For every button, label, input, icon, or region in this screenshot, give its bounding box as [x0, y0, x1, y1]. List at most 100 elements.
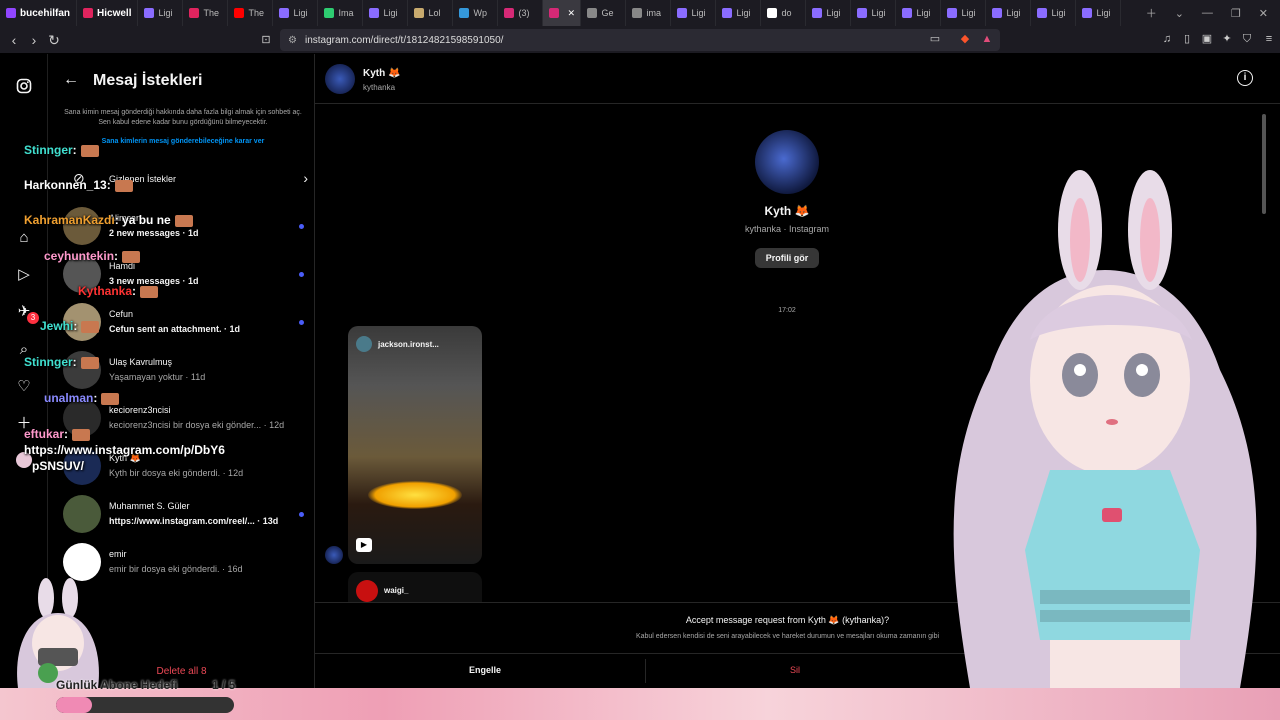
conversation-name: keciorenz3ncisi — [109, 405, 171, 415]
shared-reel-card[interactable]: jackson.ironst... ▶ — [348, 326, 482, 564]
tab-title: Wp — [473, 8, 487, 18]
browser-tab[interactable]: Ligi — [138, 0, 184, 26]
browser-tab[interactable]: Ligi — [851, 0, 897, 26]
chat-emote — [72, 428, 91, 441]
back-arrow-icon[interactable]: ← — [63, 71, 79, 89]
browser-tab[interactable]: Ima — [318, 0, 364, 26]
header-avatar[interactable] — [325, 64, 355, 94]
browser-tab[interactable]: Ligi — [1076, 0, 1122, 26]
tab-close-icon[interactable]: ✕ — [567, 8, 575, 19]
profile-avatar[interactable] — [755, 130, 819, 194]
browser-tab[interactable]: Ligi — [363, 0, 409, 26]
browser-tab[interactable]: Ligi — [716, 0, 762, 26]
back-icon[interactable]: ‹ — [4, 30, 24, 50]
conversation-row[interactable]: Ulaş Kavrulmuş Yaşamayan yoktur · 11d — [63, 351, 308, 395]
browser-tab[interactable]: ima — [626, 0, 672, 26]
reels-icon[interactable]: ▷ — [14, 265, 34, 285]
window-controls: ＋ ⌄ — ❐ ✕ — [1146, 0, 1280, 26]
conversation-row[interactable]: Muhammet S. Güler https://www.instagram.c… — [63, 495, 308, 539]
browser-tab[interactable]: Hicwell — [77, 0, 139, 26]
conversation-row[interactable]: Cefun Cefun sent an attachment. · 1d — [63, 303, 308, 347]
chat-username: Harkonnen_13 — [24, 178, 107, 192]
conversation-preview: emir bir dosya eki gönderdi. · 16d — [109, 564, 243, 574]
conversation-avatar — [63, 495, 101, 533]
conversation-row[interactable]: keciorenz3ncisi keciorenz3ncisi bir dosya… — [63, 399, 308, 443]
browser-tab[interactable]: Ge — [581, 0, 627, 26]
browser-tab[interactable]: (3) — [498, 0, 544, 26]
conversation-header: Kyth 🦊 kythanka i — [315, 54, 1280, 104]
new-tab-icon[interactable]: ＋ — [1146, 5, 1157, 21]
conversation-preview: Yaşamayan yoktur · 11d — [109, 372, 206, 382]
tab-title: Ima — [338, 8, 354, 18]
tab-favicon-icon — [414, 8, 425, 18]
info-icon[interactable]: i — [1237, 70, 1253, 86]
media-icon[interactable]: ♫ — [1160, 32, 1174, 46]
shared-reel-card-2[interactable]: waigi_ — [348, 572, 482, 602]
browser-tab[interactable]: Lol — [408, 0, 454, 26]
browser-tab[interactable]: Ligi — [896, 0, 942, 26]
sidebar-icon[interactable]: ▯ — [1180, 32, 1194, 46]
browser-tab[interactable]: Ligi — [671, 0, 717, 26]
delete-button[interactable]: Sil — [645, 665, 945, 675]
browser-tab[interactable]: Ligi — [986, 0, 1032, 26]
browser-tab[interactable]: ✕ — [543, 0, 582, 26]
minimize-icon[interactable]: — — [1202, 7, 1213, 19]
conversation-preview: https://www.instagram.com/reel/... · 13d — [109, 516, 279, 526]
browser-tab[interactable]: The — [228, 0, 274, 26]
tab-favicon-icon — [504, 8, 515, 18]
chat-emote — [80, 356, 99, 369]
conversation-preview: keciorenz3ncisi bir dosya eki gönder... … — [109, 420, 285, 430]
conversation-name: emir — [109, 549, 127, 559]
restore-icon[interactable]: ❐ — [1231, 7, 1241, 20]
browser-tab[interactable]: Wp — [453, 0, 499, 26]
view-profile-button[interactable]: Profili gör — [755, 248, 819, 268]
url-field[interactable]: ⚙ instagram.com/direct/t/181248215985910… — [280, 29, 1000, 51]
menu-icon[interactable]: ≡ — [1262, 32, 1276, 46]
instagram-logo-icon[interactable] — [14, 78, 34, 98]
tab-title: ima — [646, 8, 661, 18]
tab-favicon-icon — [767, 8, 778, 18]
profile-subtitle: kythanka · Instagram — [744, 224, 830, 234]
reload-icon[interactable]: ↻ — [44, 30, 64, 50]
reel2-author-name: waigi_ — [384, 586, 409, 595]
block-button[interactable]: Engelle — [315, 665, 655, 675]
vpn-icon[interactable]: ⛉ — [1240, 32, 1254, 46]
notifications-heart-icon[interactable]: ♡ — [14, 377, 34, 397]
sender-avatar — [325, 546, 343, 564]
tab-title: Ligi — [1051, 8, 1066, 18]
browser-tab[interactable]: bucehilfan — [0, 0, 78, 26]
close-icon[interactable]: ✕ — [1259, 7, 1268, 20]
site-info-icon[interactable]: ⚙ — [288, 35, 297, 46]
tab-title: Ligi — [383, 8, 398, 18]
home-icon[interactable]: ⌂ — [14, 228, 34, 248]
brave-rewards-icon[interactable]: ▲ — [980, 32, 994, 46]
browser-tab[interactable]: Ligi — [273, 0, 319, 26]
browser-tab[interactable]: do — [761, 0, 807, 26]
browser-tab[interactable]: Ligi — [941, 0, 987, 26]
decide-who-link[interactable]: Sana kimlerin mesaj gönderebileceğine ka… — [63, 138, 303, 145]
leo-icon[interactable]: ✦ — [1220, 32, 1234, 46]
reel-glow — [368, 481, 462, 509]
tab-favicon-icon — [812, 8, 823, 18]
conversation-avatar — [63, 543, 101, 581]
chat-text: https://www.instagram.com/p/DbY6 — [24, 443, 225, 457]
browser-tab[interactable]: Ligi — [1031, 0, 1077, 26]
forward-icon[interactable]: › — [24, 30, 44, 50]
chat-username: unalman — [44, 391, 94, 405]
header-name[interactable]: Kyth 🦊 — [363, 68, 400, 79]
tab-favicon-icon — [83, 8, 94, 18]
unread-dot — [299, 224, 304, 229]
unread-dot — [299, 512, 304, 517]
play-icon[interactable]: ▶ — [356, 538, 372, 552]
tab-favicon-icon — [324, 8, 335, 18]
brave-shield-icon[interactable]: ◆ — [958, 32, 972, 46]
browser-tab[interactable]: Ligi — [806, 0, 852, 26]
chat-message: pSNSUV/ — [32, 459, 84, 473]
tab-favicon-icon — [722, 8, 733, 18]
bookmark-icon[interactable]: ⊡ — [256, 30, 276, 50]
wallet-icon[interactable]: ▣ — [1200, 32, 1214, 46]
cast-icon[interactable]: ▭ — [928, 32, 942, 46]
browser-tab[interactable]: The — [183, 0, 229, 26]
chat-username: eftukar — [24, 427, 65, 441]
chevron-down-icon[interactable]: ⌄ — [1175, 7, 1184, 20]
